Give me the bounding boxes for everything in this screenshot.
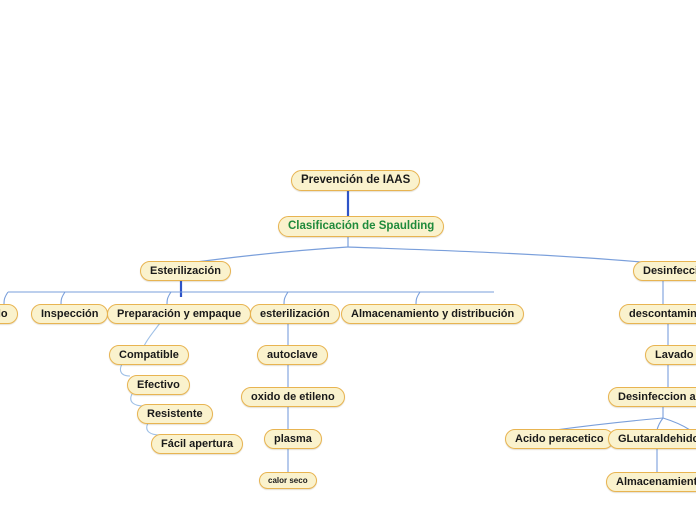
node-spaulding[interactable]: Clasificación de Spaulding	[278, 216, 445, 237]
node-descontaminacion[interactable]: descontaminac	[619, 304, 696, 324]
node-preparacion-empaque[interactable]: Preparación y empaque	[107, 304, 252, 324]
node-autoclave[interactable]: autoclave	[257, 345, 328, 365]
node-esterilizacion-step[interactable]: esterilización	[250, 304, 340, 324]
node-oxido-de-etileno[interactable]: oxido de etileno	[241, 387, 345, 407]
node-root[interactable]: Prevención de IAAS	[291, 170, 421, 191]
node-desinfeccion-alto[interactable]: Desinfeccion alto	[608, 387, 696, 407]
edge-spaulding-desinfeccion	[347, 246, 664, 265]
node-lavado-left[interactable]: ado	[0, 304, 18, 324]
edge-compatible-efectivo	[119, 363, 131, 377]
node-glutaraldehido[interactable]: GLutaraldehido	[608, 429, 696, 449]
node-compatible[interactable]: Compatible	[109, 345, 189, 365]
node-acido-peracetico[interactable]: Acido peracetico	[505, 429, 614, 449]
node-plasma[interactable]: plasma	[264, 429, 322, 449]
node-facil-apertura[interactable]: Fácil apertura	[151, 434, 244, 454]
node-almacenamiento[interactable]: Almacenamiento	[606, 472, 696, 492]
node-lavado-right[interactable]: Lavado	[645, 345, 696, 365]
node-esterilizacion[interactable]: Esterilización	[140, 261, 231, 281]
node-desinfeccion[interactable]: Desinfección	[633, 261, 696, 281]
edge-resistente-facil	[146, 422, 161, 436]
node-efectivo[interactable]: Efectivo	[127, 375, 190, 395]
node-inspeccion[interactable]: Inspección	[31, 304, 109, 324]
mindmap-canvas[interactable]: Prevención de IAAS Clasificación de Spau…	[0, 0, 696, 520]
edge-preparacion-compatible	[143, 322, 161, 347]
node-calor-seco[interactable]: calor seco	[259, 472, 317, 489]
node-resistente[interactable]: Resistente	[137, 404, 213, 424]
node-almacenamiento-distribucion[interactable]: Almacenamiento y distribución	[341, 304, 525, 324]
